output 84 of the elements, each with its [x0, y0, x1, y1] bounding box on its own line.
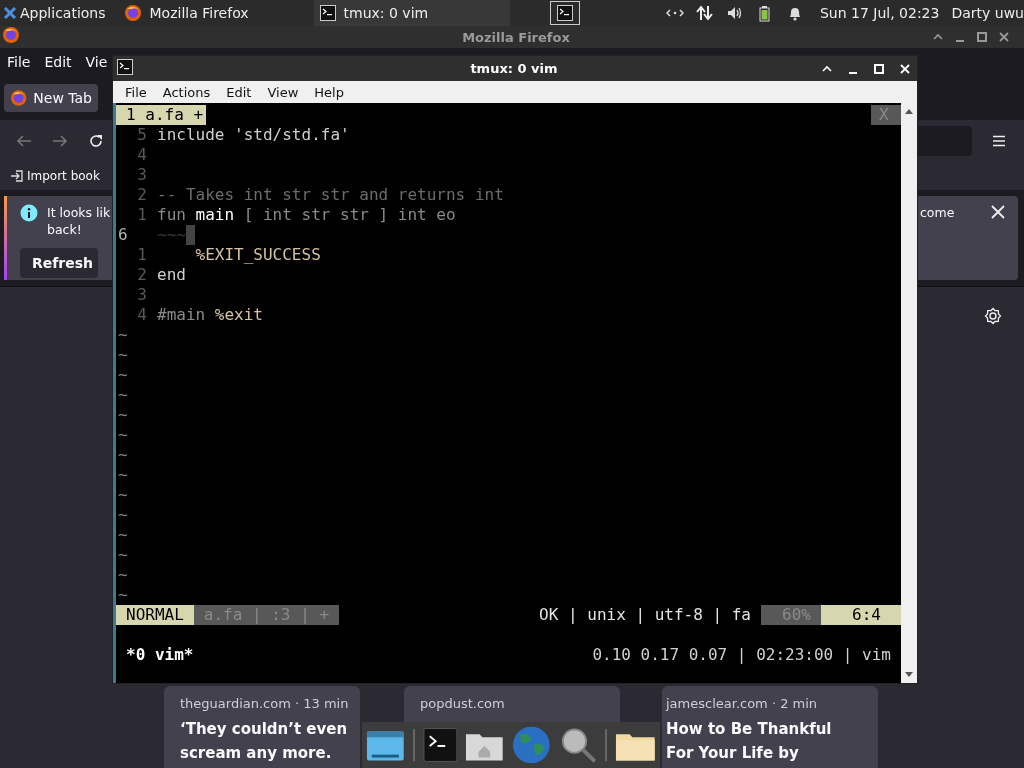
- firefox-icon: [2, 26, 20, 44]
- firefox-icon: [123, 4, 142, 22]
- menu-icon[interactable]: [992, 135, 1006, 147]
- window-title: tmux: 0 vim: [469, 61, 559, 76]
- empty-line-marker: ~: [118, 405, 128, 425]
- import-icon: [10, 169, 24, 183]
- notification-text: It looks lik back!: [47, 204, 111, 238]
- code-line: -- Takes int str str and returns int: [157, 185, 504, 205]
- line-number: 4: [136, 145, 147, 165]
- scroll-up-icon[interactable]: [904, 107, 914, 115]
- story-card[interactable]: jamesclear.com · 2 min How to Be Thankful For Your Life by: [662, 686, 878, 768]
- workspace-switcher[interactable]: [549, 1, 580, 25]
- settings-icon[interactable]: [984, 307, 1002, 325]
- line-number: 2: [136, 185, 147, 205]
- buffer-tab[interactable]: 1 a.fa +: [116, 105, 206, 125]
- file-format: OK | unix | utf-8 | fa: [539, 605, 752, 625]
- line-number: 5: [136, 125, 147, 145]
- cursor-position: 6:4: [821, 605, 901, 625]
- code-line: fun main [ int str str ] int eo: [157, 205, 456, 225]
- browser-tab[interactable]: New Tab: [4, 84, 98, 112]
- story-card[interactable]: theguardian.com · 13 min ‘They couldn’t even scream any more.: [164, 686, 360, 768]
- transfer-arrows-icon[interactable]: [695, 4, 714, 22]
- empty-line-marker: ~: [118, 325, 128, 345]
- code-line: ~~~: [157, 225, 186, 245]
- empty-line-marker: ~: [118, 385, 128, 405]
- bookmark-item[interactable]: Import book: [10, 169, 100, 183]
- empty-line-marker: ~: [118, 365, 128, 385]
- applications-menu[interactable]: Applications: [0, 0, 118, 26]
- empty-line-marker: ~: [118, 445, 128, 465]
- code-line: #main %exit: [157, 305, 263, 325]
- info-icon: [20, 204, 38, 222]
- window-title: Mozilla Firefox: [461, 29, 571, 45]
- refresh-button[interactable]: Refresh: [20, 248, 98, 278]
- tmux-window[interactable]: *0 vim*: [126, 645, 194, 665]
- forward-arrow-icon[interactable]: [52, 134, 68, 148]
- empty-line-marker: ~: [118, 565, 128, 585]
- empty-line-marker: ~: [118, 425, 128, 445]
- empty-line-marker: ~: [118, 545, 128, 565]
- back-arrow-icon[interactable]: [16, 134, 32, 148]
- empty-line-marker: ~: [118, 485, 128, 505]
- empty-line-marker: ~: [118, 585, 128, 605]
- line-number: 3: [136, 165, 147, 185]
- empty-line-marker: ~: [118, 505, 128, 525]
- line-number: 1: [136, 245, 147, 265]
- scroll-down-icon[interactable]: [904, 671, 914, 679]
- menu-item[interactable]: File: [7, 54, 31, 70]
- menu-item[interactable]: Vie: [85, 54, 108, 70]
- story-headline: How to Be Thankful For Your Life by: [666, 719, 833, 764]
- story-source: theguardian.com · 13 min: [180, 696, 350, 711]
- story-headline: ‘They couldn’t even scream any more.: [180, 719, 349, 764]
- menu-item[interactable]: View: [267, 84, 299, 100]
- line-number: 6: [118, 225, 129, 245]
- terminal-icon: [556, 5, 573, 21]
- firefox-icon: [10, 89, 28, 107]
- reload-icon[interactable]: [88, 133, 104, 149]
- code-line: %EXIT_SUCCESS: [194, 245, 321, 265]
- notification-text: come: [920, 204, 955, 221]
- globe-icon[interactable]: [512, 725, 551, 765]
- empty-line-marker: ~: [118, 525, 128, 545]
- code-line: include 'std/std.fa': [157, 125, 350, 145]
- menu-item[interactable]: File: [125, 84, 147, 100]
- clock[interactable]: Sun 17 Jul, 02:23: [819, 5, 940, 21]
- story-source: popdust.com: [420, 696, 506, 711]
- story-card[interactable]: popdust.com: [404, 686, 620, 722]
- terminal-icon: [319, 5, 336, 21]
- line-number: 4: [136, 305, 147, 325]
- menu-item[interactable]: Edit: [44, 54, 72, 70]
- empty-line-marker: ~: [118, 465, 128, 485]
- code-line: end: [157, 265, 186, 285]
- taskbar-button[interactable]: tmux: 0 vim: [313, 0, 510, 26]
- terminal-icon[interactable]: [422, 727, 458, 763]
- line-number: 3: [136, 285, 147, 305]
- mode-indicator: NORMAL: [116, 605, 194, 625]
- tmux-status: 0.10 0.17 0.07 | 02:23:00 | vim: [592, 645, 891, 665]
- menu-item[interactable]: Edit: [226, 84, 252, 100]
- x-logo-icon: [3, 6, 17, 20]
- empty-line-marker: ~: [118, 345, 128, 365]
- line-number: 1: [136, 205, 147, 225]
- menu-item[interactable]: Actions: [162, 84, 211, 100]
- user-name[interactable]: Darty uwu: [951, 5, 1024, 21]
- story-source: jamesclear.com · 2 min: [666, 696, 819, 711]
- menu-item[interactable]: Help: [314, 84, 344, 100]
- terminal-icon: [117, 58, 133, 75]
- line-number: 2: [136, 265, 147, 285]
